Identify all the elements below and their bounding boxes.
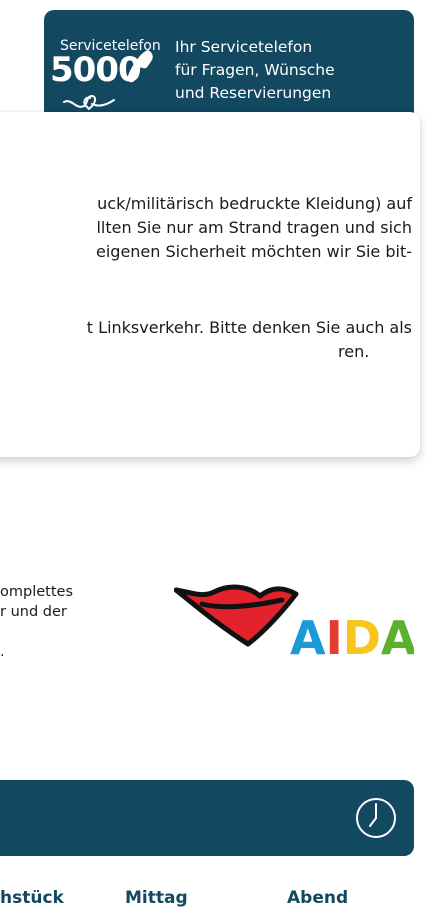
- aida-letter-a: A: [290, 611, 326, 662]
- tab-dinner[interactable]: Abend: [287, 888, 348, 908]
- tab-lunch[interactable]: Mittag: [125, 888, 188, 908]
- clock-icon[interactable]: [354, 796, 398, 840]
- lips-icon: [174, 584, 299, 647]
- service-line: für Fragen, Wünsche: [175, 61, 335, 79]
- ship-info-line: omplettes: [0, 584, 73, 600]
- service-line: Ihr Servicetelefon: [175, 38, 313, 56]
- heart-line-icon: [63, 94, 115, 111]
- service-line: und Reservierungen: [175, 84, 332, 102]
- aida-letter-i: I: [326, 611, 343, 662]
- ship-info-line: .: [0, 644, 5, 660]
- aida-letter-d: D: [343, 611, 381, 662]
- notice-line: t Linksverkehr. Bitte denken Sie auch al…: [86, 318, 412, 337]
- notice-paragraph: uck/militärisch bedruckte Kleidung) auf …: [0, 192, 412, 264]
- aida-letter-a2: A: [381, 611, 414, 662]
- notice-line: eigenen Sicherheit möchten wir Sie bit-: [96, 242, 412, 261]
- tab-breakfast[interactable]: hstück: [0, 888, 64, 908]
- schedule-header-bar[interactable]: [0, 780, 414, 856]
- notice-line: ren.: [338, 342, 370, 361]
- notice-card: uck/militärisch bedruckte Kleidung) auf …: [0, 112, 420, 457]
- notice-line: uck/militärisch bedruckte Kleidung) auf: [97, 194, 412, 213]
- ship-info-line: r und der: [0, 604, 67, 620]
- notice-line: llten Sie nur am Strand tragen und sich: [96, 218, 412, 237]
- aida-logo: AIDA: [174, 584, 414, 662]
- service-description: Ihr Servicetelefon für Fragen, Wünsche u…: [175, 36, 390, 105]
- phone-icon: [127, 50, 153, 83]
- ship-info-text: omplettes r und der .: [0, 582, 73, 662]
- aida-wordmark: AIDA: [290, 611, 414, 662]
- notice-paragraph: t Linksverkehr. Bitte denken Sie auch al…: [0, 316, 412, 364]
- meal-tabs: hstück Mittag Abend: [0, 888, 426, 917]
